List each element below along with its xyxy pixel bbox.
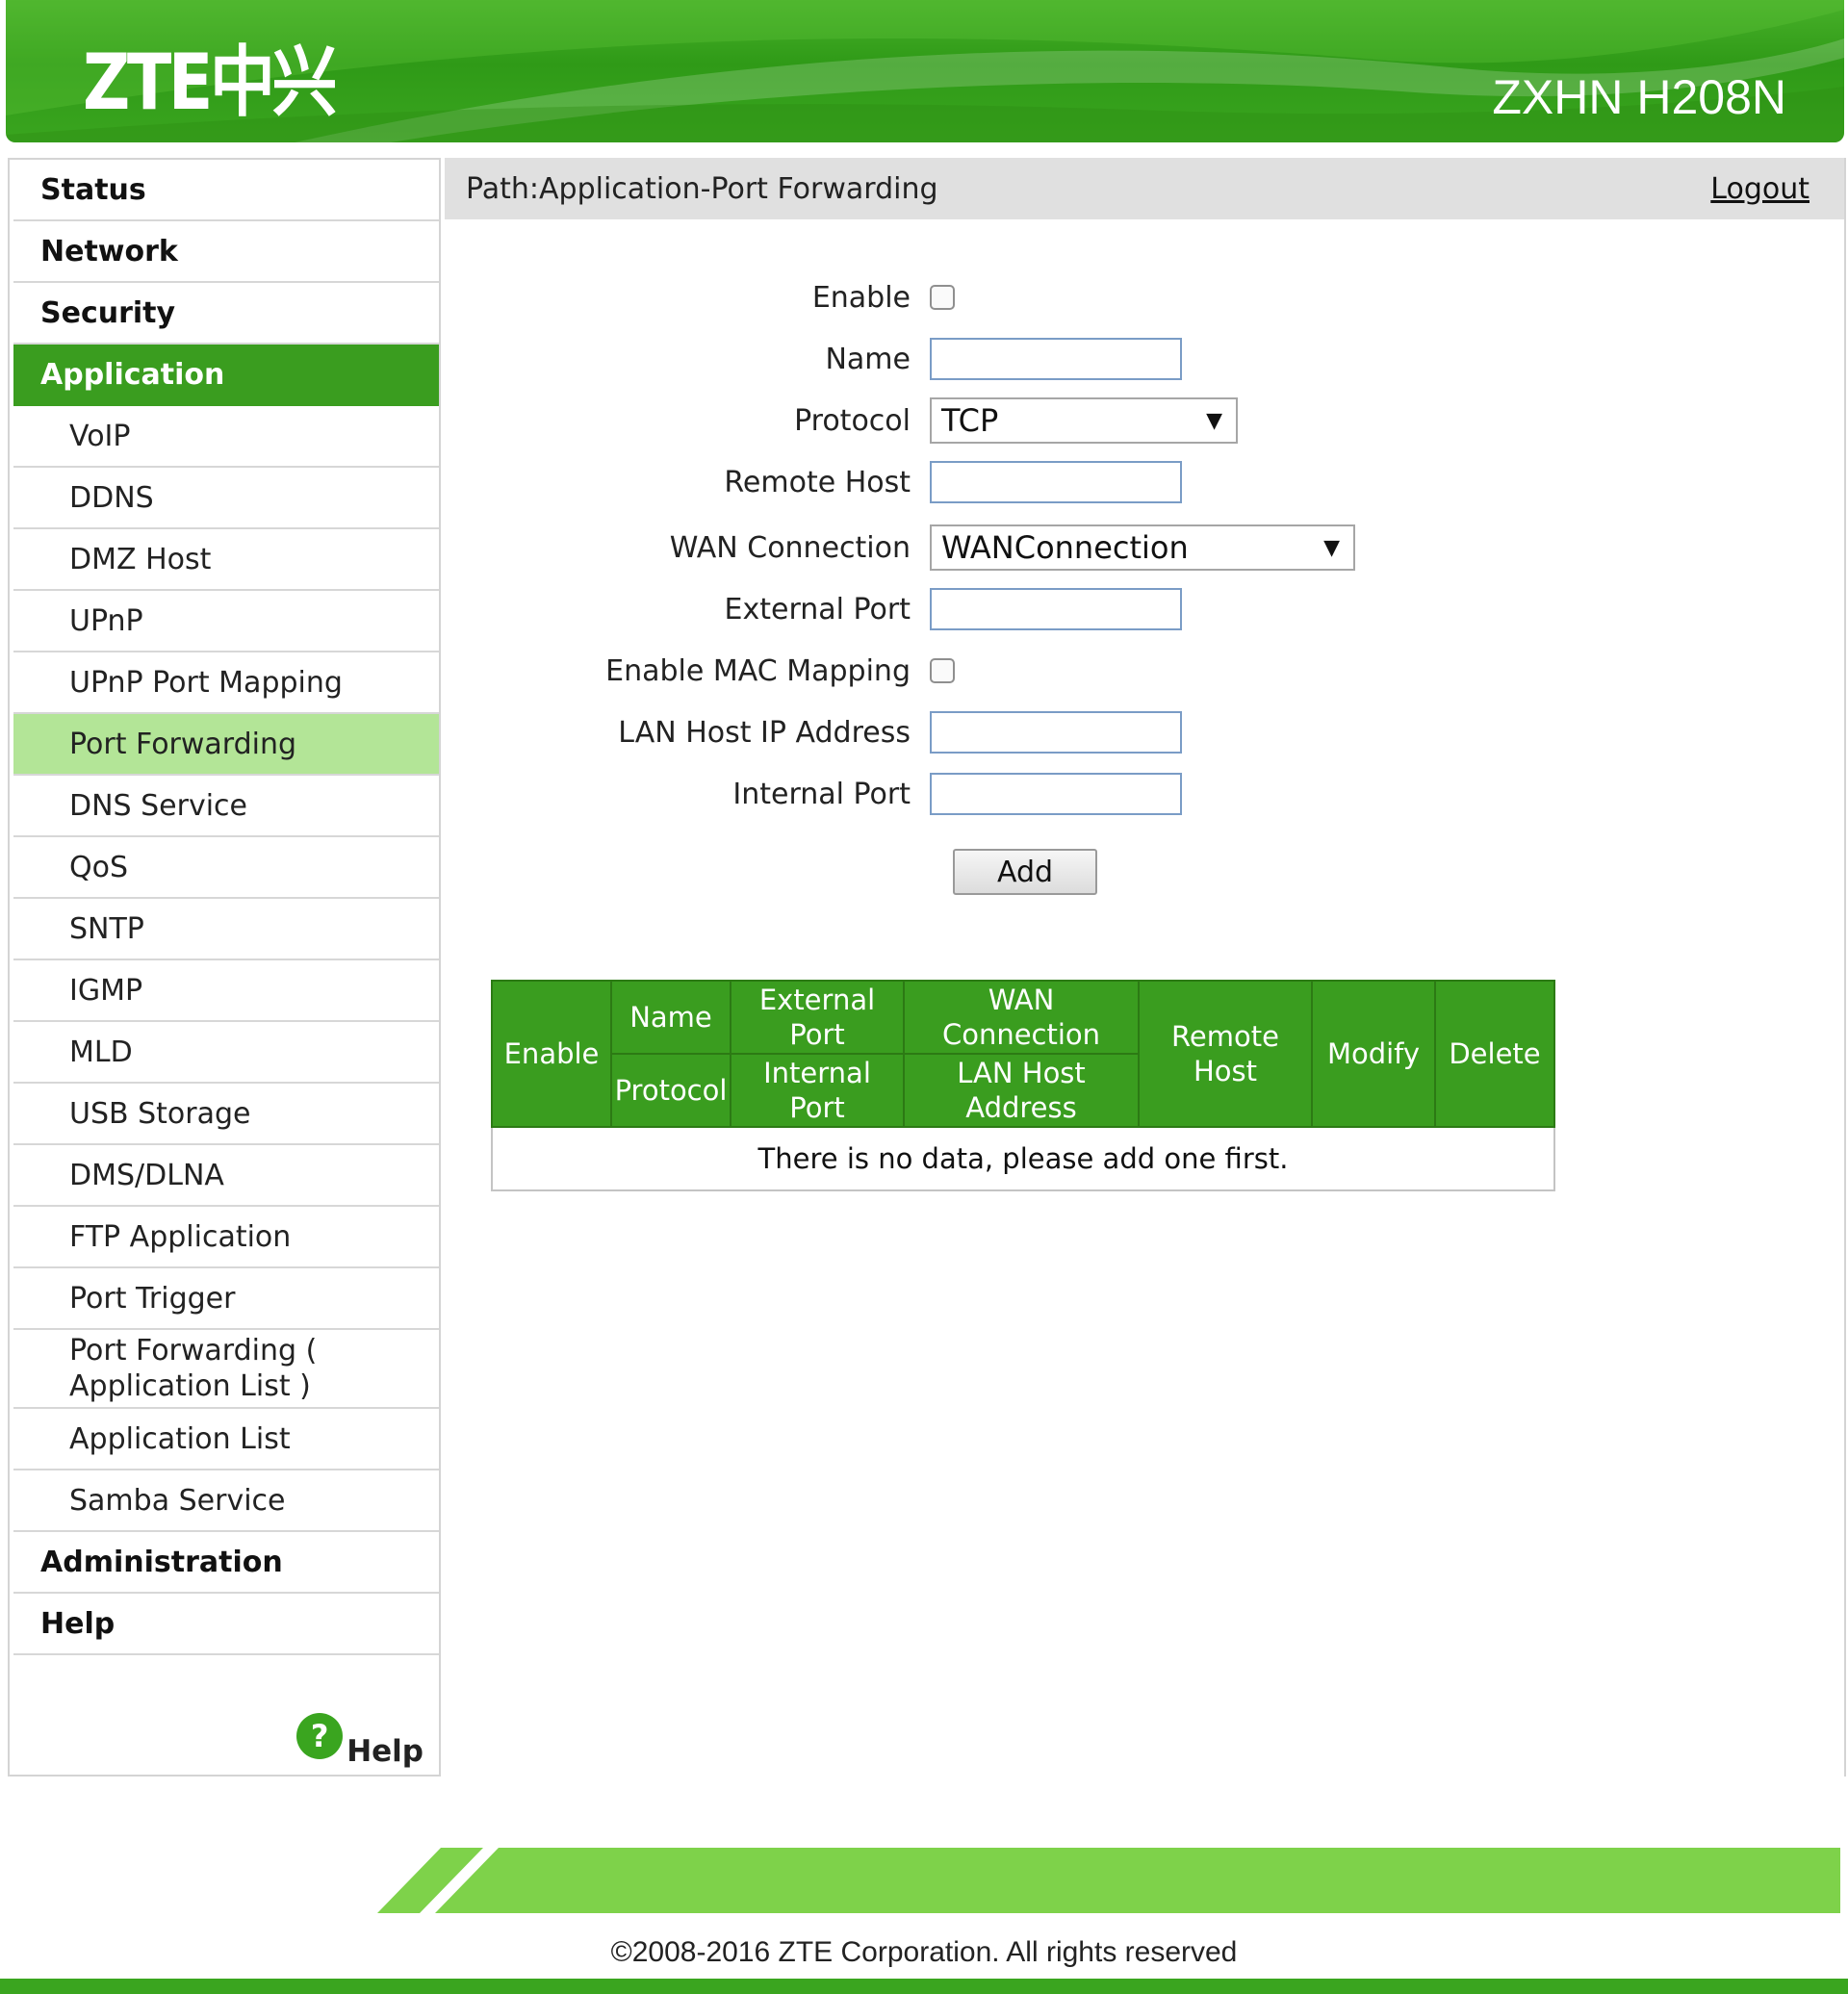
add-button[interactable]: Add bbox=[953, 849, 1097, 895]
wan-connection-label: WAN Connection bbox=[669, 530, 911, 565]
external-port-input[interactable] bbox=[930, 588, 1182, 630]
remote-host-label: Remote Host bbox=[724, 465, 911, 499]
internal-port-input[interactable] bbox=[930, 773, 1182, 815]
sidebar-item-dms-dlna[interactable]: DMS/DLNA bbox=[13, 1145, 439, 1207]
sidebar: Status Network Security Application VoIP… bbox=[8, 158, 441, 1777]
protocol-select[interactable]: TCP ▼ bbox=[930, 397, 1238, 444]
breadcrumb: Path:Application-Port Forwarding bbox=[466, 171, 938, 206]
col-modify: Modify bbox=[1311, 980, 1436, 1128]
enable-checkbox[interactable] bbox=[930, 285, 955, 310]
sidebar-item-port-trigger[interactable]: Port Trigger bbox=[13, 1268, 439, 1330]
help-link-label: Help bbox=[346, 1734, 424, 1769]
name-row: Name bbox=[445, 335, 1840, 383]
protocol-selected-value: TCP bbox=[941, 402, 999, 439]
wan-connection-selected-value: WANConnection bbox=[941, 529, 1189, 566]
sidebar-item-igmp[interactable]: IGMP bbox=[13, 960, 439, 1022]
col-wan-connection: WAN Connection bbox=[903, 980, 1140, 1055]
footer-stripe bbox=[377, 1848, 1840, 1913]
internal-port-row: Internal Port bbox=[445, 770, 1840, 818]
bottom-bar bbox=[0, 1979, 1848, 1994]
sidebar-item-status[interactable]: Status bbox=[13, 160, 439, 221]
name-label: Name bbox=[825, 342, 911, 376]
col-internal-port: Internal Port bbox=[730, 1053, 905, 1128]
sidebar-item-qos[interactable]: QoS bbox=[13, 837, 439, 899]
col-protocol: Protocol bbox=[610, 1053, 732, 1128]
help-link[interactable]: ? Help bbox=[296, 1713, 424, 1769]
sidebar-item-voip[interactable]: VoIP bbox=[13, 406, 439, 468]
header-banner: ZTE中兴 ZXHN H208N bbox=[6, 0, 1844, 142]
sidebar-item-dmz-host[interactable]: DMZ Host bbox=[13, 529, 439, 591]
enable-row: Enable bbox=[445, 273, 1840, 321]
dropdown-arrow-icon: ▼ bbox=[1206, 408, 1222, 433]
sidebar-item-ddns[interactable]: DDNS bbox=[13, 468, 439, 529]
enable-mac-row: Enable MAC Mapping bbox=[445, 647, 1840, 695]
port-forwarding-table: Enable Name External Port WAN Connection… bbox=[491, 980, 1555, 1191]
copyright-text: ©2008-2016 ZTE Corporation. All rights r… bbox=[610, 1936, 1238, 1968]
lan-host-ip-input[interactable] bbox=[930, 711, 1182, 754]
lan-host-ip-row: LAN Host IP Address bbox=[445, 708, 1840, 756]
sidebar-item-administration[interactable]: Administration bbox=[13, 1532, 439, 1594]
empty-table-message: There is no data, please add one first. bbox=[491, 1126, 1555, 1191]
col-lan-host-address: LAN Host Address bbox=[903, 1053, 1140, 1128]
sidebar-item-security[interactable]: Security bbox=[13, 283, 439, 345]
sidebar-item-application-list[interactable]: Application List bbox=[13, 1409, 439, 1470]
enable-label: Enable bbox=[811, 280, 911, 315]
col-delete: Delete bbox=[1434, 980, 1555, 1128]
help-icon: ? bbox=[296, 1713, 344, 1759]
sidebar-item-help[interactable]: Help bbox=[13, 1594, 439, 1655]
wan-connection-row: WAN Connection WANConnection ▼ bbox=[445, 524, 1840, 572]
col-remote-host: Remote Host bbox=[1138, 980, 1313, 1128]
sidebar-item-upnp[interactable]: UPnP bbox=[13, 591, 439, 652]
name-input[interactable] bbox=[930, 338, 1182, 380]
sidebar-item-dns-service[interactable]: DNS Service bbox=[13, 776, 439, 837]
lan-host-ip-label: LAN Host IP Address bbox=[618, 715, 911, 750]
sidebar-item-upnp-port-mapping[interactable]: UPnP Port Mapping bbox=[13, 652, 439, 714]
col-name: Name bbox=[610, 980, 732, 1055]
model-name: ZXHN H208N bbox=[1492, 70, 1786, 124]
logout-link[interactable]: Logout bbox=[1710, 172, 1810, 206]
enable-mac-label: Enable MAC Mapping bbox=[605, 653, 911, 688]
sidebar-item-port-forwarding-app-list[interactable]: Port Forwarding ( Application List ) bbox=[13, 1330, 439, 1409]
remote-host-row: Remote Host bbox=[445, 458, 1840, 506]
protocol-label: Protocol bbox=[794, 403, 911, 438]
protocol-row: Protocol TCP ▼ bbox=[445, 396, 1840, 445]
sidebar-item-network[interactable]: Network bbox=[13, 221, 439, 283]
sidebar-item-application[interactable]: Application bbox=[13, 345, 439, 406]
wan-connection-select[interactable]: WANConnection ▼ bbox=[930, 524, 1355, 571]
zte-logo: ZTE中兴 bbox=[83, 38, 338, 127]
sidebar-item-samba-service[interactable]: Samba Service bbox=[13, 1470, 439, 1532]
external-port-label: External Port bbox=[724, 592, 911, 626]
col-enable: Enable bbox=[491, 980, 612, 1128]
path-bar: Path:Application-Port Forwarding Logout bbox=[445, 158, 1844, 219]
internal-port-label: Internal Port bbox=[732, 777, 911, 811]
sidebar-menu: Status Network Security Application VoIP… bbox=[10, 160, 439, 1655]
col-external-port: External Port bbox=[730, 980, 905, 1055]
external-port-row: External Port bbox=[445, 585, 1840, 633]
sidebar-item-port-forwarding[interactable]: Port Forwarding bbox=[13, 714, 439, 776]
dropdown-arrow-icon: ▼ bbox=[1323, 535, 1340, 560]
sidebar-item-sntp[interactable]: SNTP bbox=[13, 899, 439, 960]
enable-mac-checkbox[interactable] bbox=[930, 658, 955, 683]
sidebar-item-mld[interactable]: MLD bbox=[13, 1022, 439, 1084]
remote-host-input[interactable] bbox=[930, 461, 1182, 503]
sidebar-item-usb-storage[interactable]: USB Storage bbox=[13, 1084, 439, 1145]
sidebar-item-ftp-application[interactable]: FTP Application bbox=[13, 1207, 439, 1268]
